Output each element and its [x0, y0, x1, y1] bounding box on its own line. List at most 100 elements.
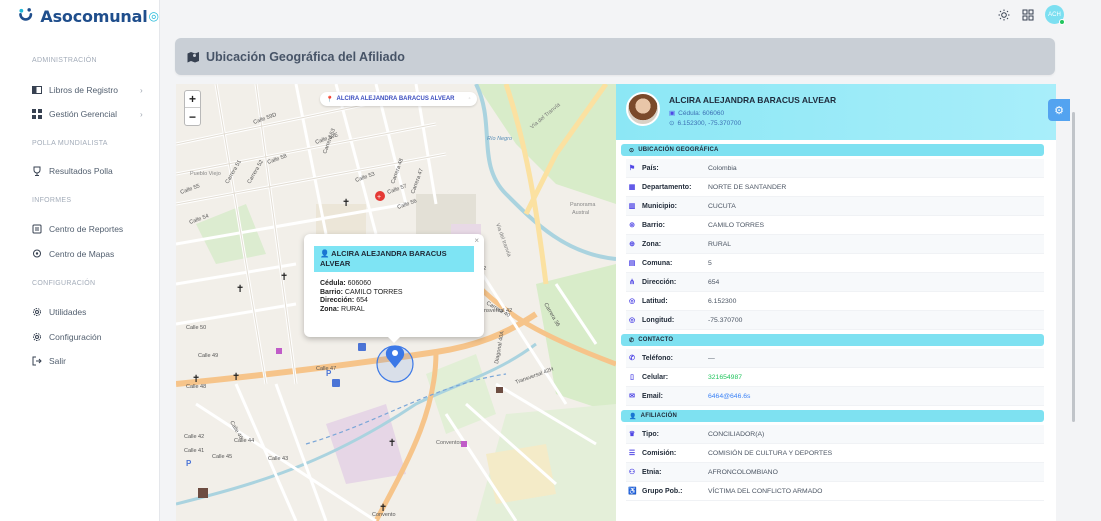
info-row: ▦ Departamento: NORTE DE SANTANDER: [626, 178, 1044, 197]
popup-close-button[interactable]: ×: [474, 236, 479, 245]
svg-text:Calle 50: Calle 50: [186, 325, 206, 331]
info-label: ☰ Comisión:: [626, 449, 708, 458]
sidebar: Asocomunal ◎ ADMINISTRACIÓN Libros de Re…: [0, 0, 160, 521]
info-row: ⚇ Etnia: AFRONCOLOMBIANO: [626, 463, 1044, 482]
info-value[interactable]: 321654987: [708, 374, 742, 381]
info-row: ⚑ País: Colombia: [626, 159, 1044, 178]
info-label-text: Tipo:: [642, 430, 659, 438]
sidebar-item-configuracion[interactable]: Configuración: [0, 329, 160, 345]
section-title: CONTACTO: [638, 337, 674, 343]
sun-icon[interactable]: [997, 8, 1011, 22]
info-label: ♿ Grupo Pob.:: [626, 487, 708, 496]
location-icon: ⊙: [669, 120, 675, 127]
info-label: ▥ Municipio:: [626, 202, 708, 211]
map-icon: [187, 51, 199, 62]
close-icon[interactable]: ◦: [468, 96, 470, 102]
svg-text:Pueblo Viejo: Pueblo Viejo: [190, 171, 221, 177]
svg-text:Panorama: Panorama: [570, 202, 596, 208]
zoom-out-button[interactable]: −: [185, 108, 200, 125]
sidebar-item-salir[interactable]: Salir: [0, 353, 160, 369]
map-pin-icon: [32, 249, 42, 259]
phone-icon: ✆: [629, 355, 635, 362]
user-icon: 👤: [629, 413, 637, 420]
globe-icon: ⊕: [629, 241, 635, 248]
popup-tail: [388, 337, 400, 343]
apps-grid-icon[interactable]: [1021, 8, 1035, 22]
info-label: ◎ Longitud:: [626, 316, 708, 325]
scrollbar[interactable]: [1072, 112, 1075, 422]
map-view[interactable]: ✝ ✝ ✝ ✝ ✝ ✝ ✝ Calle 59D Calle 59E Calle 58 C…: [176, 84, 616, 521]
user-avatar[interactable]: ACH: [1045, 5, 1065, 25]
info-label-text: Comuna:: [642, 259, 673, 267]
info-value: COMISIÓN DE CULTURA Y DEPORTES: [708, 449, 833, 457]
brand[interactable]: Asocomunal ◎: [0, 0, 159, 32]
id-card-icon: ▣: [669, 110, 676, 117]
sidebar-item-utilidades[interactable]: Utilidades: [0, 304, 160, 320]
sidebar-item-label: Salir: [49, 356, 67, 366]
road-icon: ⋔: [629, 279, 635, 286]
sidebar-item-libros[interactable]: Libros de Registro ›: [0, 82, 160, 98]
sidebar-item-gestion[interactable]: Gestión Gerencial ›: [0, 106, 160, 122]
section-header: ✆ CONTACTO: [621, 334, 1044, 346]
zoom-control: + −: [184, 90, 201, 126]
map-name-chip[interactable]: 📍 ALCIRA ALEJANDRA BARACUS ALVEAR ◦: [320, 92, 477, 106]
sidebar-item-centro-mapas[interactable]: Centro de Mapas: [0, 246, 160, 262]
profile-cedula-text: Cédula: 606060: [678, 109, 725, 117]
info-label-text: Email:: [642, 392, 664, 400]
info-label: ⊕ Zona:: [626, 240, 708, 249]
page-header: Ubicación Geográfica del Afiliado: [175, 38, 1055, 75]
svg-text:Calle 45: Calle 45: [212, 454, 232, 460]
info-label-text: País:: [642, 164, 659, 172]
list-icon: ☰: [628, 450, 636, 457]
popup-direccion: 654: [356, 297, 368, 304]
info-label: ✆ Teléfono:: [626, 354, 708, 363]
map-pin-icon: ⊙: [629, 147, 635, 154]
info-row: ✉ Email: 6464@646.6s: [626, 387, 1044, 406]
info-row: ⊚ Barrio: CAMILO TORRES: [626, 216, 1044, 235]
svg-text:✝: ✝: [236, 284, 244, 295]
popup-cedula: 606060: [347, 280, 371, 287]
city-icon: ▥: [628, 203, 636, 210]
info-value: VÍCTIMA DEL CONFLICTO ARMADO: [708, 487, 823, 495]
sidebar-item-resultados-polla[interactable]: Resultados Polla: [0, 163, 160, 179]
info-row: ♿ Grupo Pob.: VÍCTIMA DEL CONFLICTO ARMADO: [626, 482, 1044, 501]
info-row: ◎ Longitud: -75.370700: [626, 311, 1044, 330]
svg-text:✝: ✝: [342, 198, 350, 209]
affiliate-info-panel: ALCIRA ALEJANDRA BARACUS ALVEAR ▣ Cédula…: [616, 84, 1056, 521]
info-value[interactable]: 6464@646.6s: [708, 393, 750, 400]
gear-icon: [32, 307, 42, 317]
logout-icon: [32, 356, 42, 366]
info-value: —: [708, 354, 715, 362]
sidebar-item-label: Configuración: [49, 332, 102, 342]
svg-text:Conventos: Conventos: [436, 440, 463, 446]
info-label-text: Grupo Pob.:: [642, 487, 683, 495]
report-icon: [32, 224, 42, 234]
svg-text:✝: ✝: [232, 372, 240, 383]
grid-icon: [32, 109, 42, 119]
info-row: ✆ Teléfono: —: [626, 349, 1044, 368]
svg-text:✝: ✝: [280, 272, 288, 283]
map-chip-label: ALCIRA ALEJANDRA BARACUS ALVEAR: [336, 96, 455, 102]
popup-zona: RURAL: [341, 305, 365, 313]
svg-text:Calle 48: Calle 48: [186, 384, 206, 390]
svg-text:Calle 49: Calle 49: [198, 353, 218, 359]
settings-gear-button[interactable]: ⚙: [1048, 99, 1070, 121]
brand-name: Asocomunal: [40, 6, 148, 26]
gear-icon: ⚙: [1054, 104, 1064, 117]
pin-icon: ⊚: [629, 222, 635, 229]
info-label-text: Departamento:: [642, 183, 692, 191]
info-label: ▤ Comuna:: [626, 259, 708, 268]
info-row: ▯ Celular: 321654987: [626, 368, 1044, 387]
info-label: ⋔ Dirección:: [626, 278, 708, 287]
popup-name: ALCIRA ALEJANDRA BARACUS ALVEAR: [320, 249, 447, 268]
avatar-initials: ACH: [1048, 11, 1061, 18]
zoom-in-button[interactable]: +: [185, 91, 200, 108]
mail-icon: ✉: [629, 393, 635, 400]
sidebar-item-centro-reportes[interactable]: Centro de Reportes: [0, 221, 160, 237]
nav-section-polla: POLLA MUNDIALISTA: [32, 140, 108, 147]
user-icon: 👤: [320, 249, 332, 258]
nav-section-config: CONFIGURACIÓN: [32, 280, 96, 287]
popup-direccion-label: Dirección:: [320, 297, 355, 304]
online-status-dot: [1059, 19, 1065, 25]
svg-text:Río Negro: Río Negro: [487, 136, 512, 142]
